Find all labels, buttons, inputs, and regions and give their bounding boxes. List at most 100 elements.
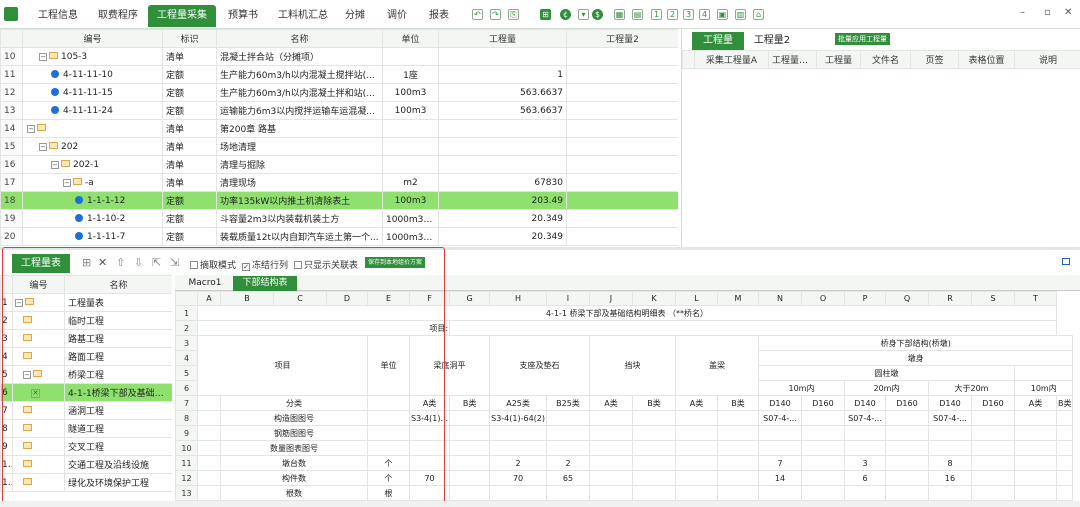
dollar-icon[interactable]: $ — [592, 9, 603, 20]
sheet-cell[interactable] — [716, 485, 759, 501]
list-item[interactable]: 4 路面工程 — [0, 347, 172, 366]
row-type[interactable]: 定额 — [162, 65, 217, 84]
sheet-cell[interactable] — [367, 440, 410, 456]
sheet-cell[interactable] — [588, 440, 633, 456]
sheet-col-header[interactable]: E — [367, 291, 410, 306]
sheet-cell[interactable] — [674, 470, 718, 486]
sheet-cell[interactable] — [884, 440, 929, 456]
grid-row[interactable]: 12 4-11-11-15 定额 生产能力60m3/h以内混凝土拌和站(... 100m… — [0, 83, 678, 102]
sheet-col-header[interactable]: J — [588, 291, 633, 306]
tab-1[interactable]: 工程信息 — [30, 5, 86, 27]
sheet-col-header[interactable]: K — [631, 291, 676, 306]
col-qty[interactable]: 工程量 — [438, 29, 567, 48]
sheet-cell[interactable] — [927, 440, 972, 456]
sheet-cell[interactable]: 根 — [367, 485, 410, 501]
list-name[interactable]: 交通工程及沿线设施 — [64, 455, 172, 474]
sheet-cell[interactable] — [757, 425, 802, 441]
row-qty2[interactable] — [566, 191, 678, 210]
sheet-cell[interactable] — [545, 440, 590, 456]
row-unit[interactable]: 100m3 — [382, 83, 439, 102]
sheet-project-label[interactable]: 项目: — [196, 320, 451, 336]
sheet-col-header[interactable]: O — [800, 291, 845, 306]
row-qty[interactable] — [438, 119, 567, 138]
sheet-cell[interactable] — [489, 425, 547, 441]
tab-quantity-table[interactable]: 工程量表 — [12, 254, 70, 273]
sheet-cell[interactable]: A类 — [408, 395, 451, 411]
sheet-pier-struct[interactable]: 桥身下部结构(桥墩) — [757, 335, 1074, 351]
sheet-tab-substructure[interactable]: 下部结构表 — [233, 276, 297, 291]
row-code[interactable]: − — [22, 119, 163, 138]
list-item[interactable]: 8 隧道工程 — [0, 419, 172, 438]
col-description[interactable]: 说明 — [1014, 50, 1080, 69]
sheet-cell[interactable] — [1055, 485, 1074, 501]
sheet-col-header[interactable]: M — [716, 291, 759, 306]
tab-quantity2[interactable]: 工程量2 — [748, 32, 796, 50]
sheet-cell[interactable] — [545, 485, 590, 501]
list-item[interactable]: 2 临时工程 — [0, 311, 172, 330]
tab-5[interactable]: 工料机汇总 — [272, 5, 334, 27]
row-unit[interactable]: 100m3 — [382, 191, 439, 210]
sheet-round-col[interactable]: 圆柱墩 — [757, 365, 1015, 381]
row-unit[interactable]: 1000m3天... — [382, 227, 439, 246]
tab-2[interactable]: 取费程序 — [90, 5, 146, 27]
row-type[interactable]: 定额 — [162, 101, 217, 120]
sheet-cell[interactable] — [588, 470, 633, 486]
collapse-toggle-icon[interactable]: − — [39, 52, 47, 61]
sheet-cell[interactable] — [408, 425, 451, 441]
sheet-col-header[interactable]: G — [449, 291, 491, 306]
row-name[interactable]: 斗容量2m3以内装载机装土方 — [216, 209, 383, 228]
row-name[interactable]: 混凝土拌合站（分摊项） — [216, 47, 383, 66]
sheet-cell[interactable]: 6 — [843, 470, 886, 486]
list-item[interactable]: 7 涵洞工程 — [0, 401, 172, 420]
sheet-col-header[interactable]: S — [970, 291, 1015, 306]
close-button[interactable]: ✕ — [1064, 7, 1072, 18]
list-icon-cell[interactable]: − — [12, 365, 65, 384]
sheet-cell[interactable] — [884, 470, 929, 486]
collapse-toggle-icon[interactable]: − — [63, 178, 71, 187]
sheet-row-label[interactable]: 墩台数 — [220, 455, 368, 471]
row-name[interactable]: 第200章 路基 — [216, 119, 383, 138]
sheet-cell[interactable] — [843, 440, 886, 456]
collapse-toggle-icon[interactable]: − — [39, 142, 47, 151]
grid-row[interactable]: 13 4-11-11-24 定额 运输能力6m3以内搅拌运输车运混凝... 100m3 5… — [0, 101, 678, 120]
sheet-cell[interactable]: D140 — [757, 395, 802, 411]
sheet-cell[interactable] — [588, 485, 633, 501]
collapse-toggle-icon[interactable]: − — [27, 124, 35, 133]
sheet-pier-body[interactable]: 墩身 — [757, 350, 1074, 366]
sheet-cell[interactable] — [800, 410, 845, 426]
sheet-cap[interactable]: 盖梁 — [674, 335, 759, 396]
sheet-cell[interactable] — [1055, 425, 1074, 441]
list-item[interactable]: 5 − 桥梁工程 — [0, 365, 172, 384]
col-sheet-tab[interactable]: 页签 — [910, 50, 959, 69]
row-type[interactable]: 清单 — [162, 47, 217, 66]
sheet-cell[interactable] — [1013, 470, 1057, 486]
sheet-cell[interactable]: S3-4(1)... — [408, 410, 451, 426]
grid-row[interactable]: 20 1-1-11-7 定额 装载质量12t以内自卸汽车运土第一个... 1000m3天… — [0, 227, 678, 246]
sheet-col-header[interactable]: F — [408, 291, 451, 306]
row-name[interactable]: 生产能力60m3/h以内混凝土搅拌站(... — [216, 65, 383, 84]
sheet-cell[interactable] — [631, 440, 676, 456]
save-local-scheme-button[interactable]: 保存到本地组价方案 — [365, 257, 426, 268]
list-name[interactable]: 隧道工程 — [64, 419, 172, 438]
sheet-cell[interactable] — [588, 455, 633, 471]
list-name[interactable]: 涵洞工程 — [64, 401, 172, 420]
row-qty2[interactable] — [566, 83, 678, 102]
level-1-button[interactable]: 1 — [651, 9, 662, 20]
sheet-cell[interactable] — [1013, 440, 1057, 456]
list-item[interactable]: 6 ✕ 4-1-1桥梁下部及基础结... — [0, 383, 172, 402]
row-qty[interactable]: 1 — [438, 65, 567, 84]
grid-row[interactable]: 11 4-11-11-10 定额 生产能力60m3/h以内混凝土搅拌站(... 1座 1 — [0, 65, 678, 84]
sheet-cell[interactable]: 个 — [367, 455, 410, 471]
row-qty2[interactable] — [566, 209, 678, 228]
sheet-cell[interactable] — [800, 470, 845, 486]
promote-icon[interactable]: ⇱ — [152, 256, 161, 269]
row-qty[interactable]: 20.349 — [438, 209, 567, 228]
sheet-cell[interactable]: 2 — [489, 455, 547, 471]
delete-icon[interactable]: ✕ — [98, 256, 107, 269]
sheet-cell[interactable] — [1055, 455, 1074, 471]
sheet-cell[interactable] — [716, 410, 759, 426]
sheet-cell[interactable] — [674, 410, 718, 426]
sheet-cell[interactable] — [449, 455, 491, 471]
sheet-row-label[interactable]: 构件数 — [220, 470, 368, 486]
restore-button[interactable]: ▫ — [1044, 7, 1051, 18]
